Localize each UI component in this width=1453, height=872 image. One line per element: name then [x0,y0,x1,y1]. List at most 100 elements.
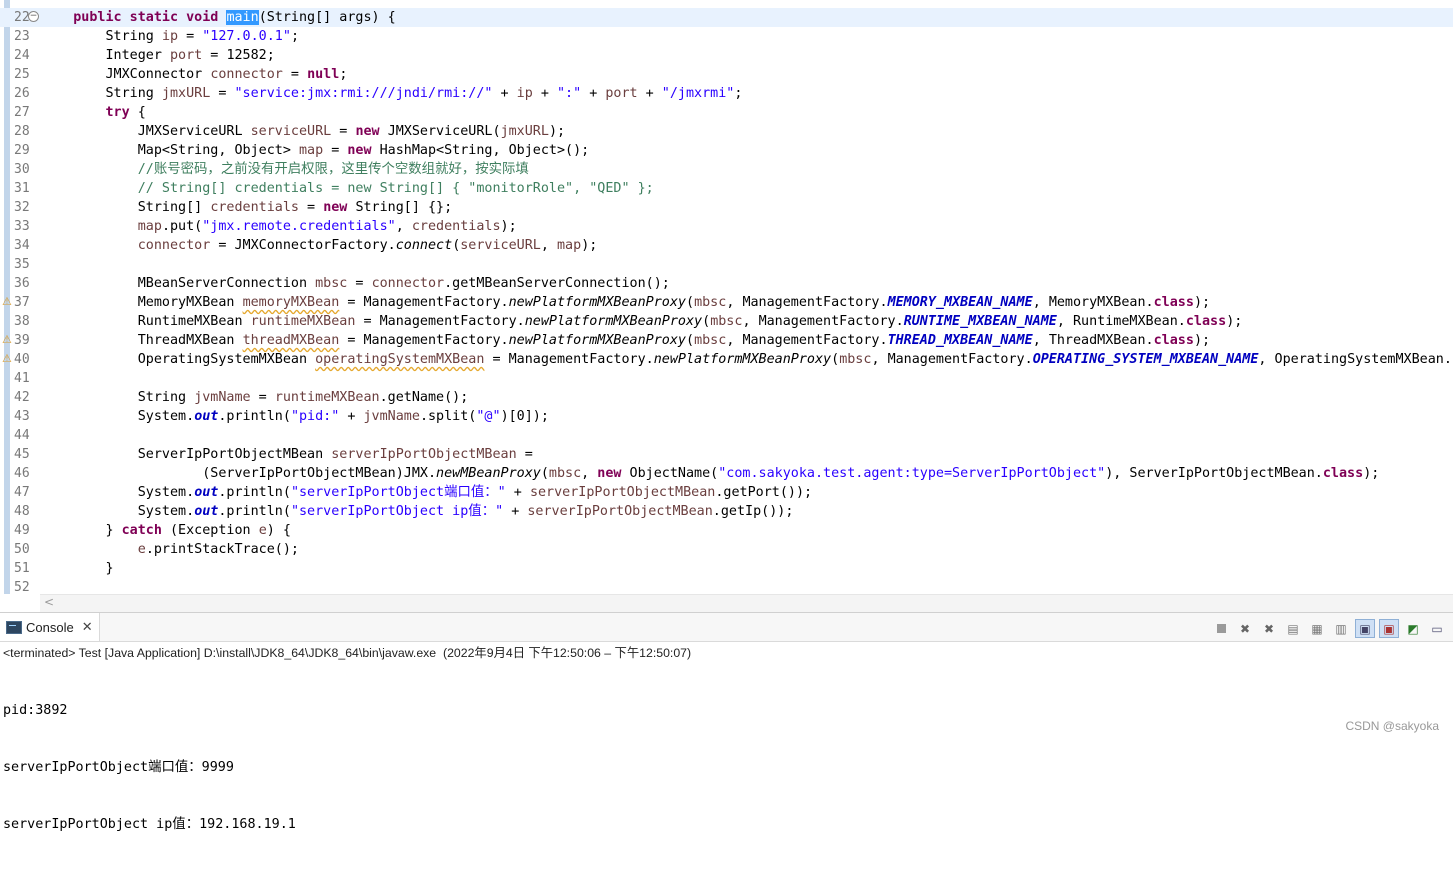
show-on-error-icon[interactable]: ▣ [1379,619,1399,638]
watermark: CSDN @sakyoka [1345,719,1439,733]
code-line[interactable]: 43 System.out.println("pid:" + jvmName.s… [0,407,1453,426]
code-text: } [41,561,114,576]
code-line[interactable]: 24 Integer port = 12582; [0,46,1453,65]
code-text: MBeanServerConnection mbsc = connector.g… [137,276,670,291]
code-line[interactable]: 34 connector = JMXConnectorFactory.conne… [0,236,1453,255]
code-editor[interactable]: 21 22− public static void main(String[] … [0,0,1453,612]
close-icon[interactable]: ✕ [82,620,93,635]
line-number: 27 [14,105,30,120]
code-line[interactable]: 47 System.out.println("serverIpPortObjec… [0,483,1453,502]
code-line[interactable]: 40 ⚠ OperatingSystemMXBean operatingSyste… [0,350,1453,369]
code-text: JMXConnector connector = null; [105,67,348,82]
remove-all-terminated-icon[interactable]: ✖ [1259,619,1279,638]
code-text: RuntimeMXBean runtimeMXBean = Management… [137,314,1243,329]
code-line[interactable]: 38 RuntimeMXBean runtimeMXBean = Managem… [0,312,1453,331]
code-line[interactable]: 42 String jvmName = runtimeMXBean.getNam… [0,388,1453,407]
code-line[interactable]: 48 System.out.println("serverIpPortObjec… [0,502,1453,521]
warning-icon[interactable]: ⚠ [2,296,12,308]
line-number: 31 [14,181,30,196]
remove-launch-icon[interactable]: ✖ [1235,619,1255,638]
line-number: 23 [14,29,30,44]
console-output-line: serverIpPortObject端口值：9999 [3,760,234,775]
line-number: 43 [14,409,30,424]
horizontal-scrollbar[interactable]: < [40,594,1453,612]
show-on-output-icon[interactable]: ▣ [1355,619,1375,638]
code-text: Integer port = 12582; [105,48,275,63]
console-output[interactable]: pid:3892 serverIpPortObject端口值：9999 serv… [3,663,296,872]
code-line[interactable]: 21 [0,0,1453,25]
code-line[interactable]: 50 e.printStackTrace(); [0,540,1453,559]
code-line[interactable]: 49 } catch (Exception e) { [0,521,1453,540]
warning-icon[interactable]: ⚠ [2,334,12,346]
code-text: map.put("jmx.remote.credentials", creden… [137,219,517,234]
code-line[interactable]: 32 String[] credentials = new String[] {… [0,198,1453,217]
line-number: 48 [14,504,30,519]
line-number: 35 [14,257,30,272]
code-text: } catch (Exception e) { [41,523,291,538]
line-number: 34 [14,238,30,253]
console-output-line: serverIpPortObject ip值：192.168.19.1 [3,817,296,832]
line-number: 29 [14,143,30,158]
code-text: String[] credentials = new String[] {}; [137,200,453,215]
code-line[interactable]: 45 ServerIpPortObjectMBean serverIpPortO… [0,445,1453,464]
code-line[interactable]: 44 [0,426,1453,445]
clear-console-icon[interactable]: ▤ [1283,619,1303,638]
line-number: 51 [14,561,30,576]
code-line[interactable]: 51 } [0,559,1453,578]
code-line[interactable]: 27 try { [0,103,1453,122]
code-line[interactable]: 22− public static void main(String[] arg… [0,8,1453,27]
line-number: 42 [14,390,30,405]
code-line[interactable]: 31 // String[] credentials = new String[… [0,179,1453,198]
console-output-line: pid:3892 [3,703,68,718]
console-view: Console ✕ ✖ ✖ ▤ ▦ ▥ ▣ ▣ ◩ ▭ <terminated>… [0,612,1453,832]
code-line[interactable]: 35 [0,255,1453,274]
code-line[interactable]: 30 //账号密码，之前没有开启权限，这里传个空数组就好，按实际填 [0,160,1453,179]
code-text: try { [105,105,146,120]
code-line[interactable]: 29 Map<String, Object> map = new HashMap… [0,141,1453,160]
line-number: 39 [14,333,30,348]
code-line[interactable]: 26 String jmxURL = "service:jmx:rmi:///j… [0,84,1453,103]
code-text: connector = JMXConnectorFactory.connect(… [137,238,598,253]
scroll-lock-icon[interactable]: ▦ [1307,619,1327,638]
collapse-icon[interactable]: − [28,11,39,22]
line-number: 45 [14,447,30,462]
line-number: 40 [14,352,30,367]
code-text: e.printStackTrace(); [137,542,299,557]
line-number: 32 [14,200,30,215]
code-line[interactable]: 33 map.put("jmx.remote.credentials", cre… [0,217,1453,236]
code-line[interactable]: 46 (ServerIpPortObjectMBean)JMX.newMBean… [0,464,1453,483]
code-line[interactable]: 23 String ip = "127.0.0.1"; [0,27,1453,46]
code-text: ServerIpPortObjectMBean serverIpPortObje… [137,447,533,462]
code-line[interactable]: 28 JMXServiceURL serviceURL = new JMXSer… [0,122,1453,141]
line-number: 38 [14,314,30,329]
warning-icon[interactable]: ⚠ [2,353,12,365]
line-number: 50 [14,542,30,557]
line-number: 49 [14,523,30,538]
code-line[interactable]: 25 JMXConnector connector = null; [0,65,1453,84]
code-line[interactable]: 37 ⚠ MemoryMXBean memoryMXBean = Manageme… [0,293,1453,312]
tab-console-label: Console [26,619,74,635]
display-console-icon[interactable]: ▭ [1427,619,1447,638]
code-text: System.out.println("serverIpPortObject端口… [137,485,813,500]
line-number: 37 [14,295,30,310]
code-text: System.out.println("serverIpPortObject i… [137,504,794,519]
pin-console-icon[interactable]: ◩ [1403,619,1423,638]
line-number: 47 [14,485,30,500]
code-line[interactable]: 39 ⚠ ThreadMXBean threadMXBean = Manageme… [0,331,1453,350]
line-number: 44 [14,428,30,443]
terminate-icon[interactable] [1211,619,1231,638]
word-wrap-icon[interactable]: ▥ [1331,619,1351,638]
code-text: MemoryMXBean memoryMXBean = ManagementFa… [137,295,1211,310]
scroll-left-icon[interactable]: < [44,595,54,609]
code-text: public static void main(String[] args) { [41,10,396,25]
code-text: String ip = "127.0.0.1"; [105,29,300,44]
line-number: 41 [14,371,30,386]
code-line[interactable]: 41 [0,369,1453,388]
line-number: 33 [14,219,30,234]
line-number: 25 [14,67,30,82]
code-line[interactable]: 36 MBeanServerConnection mbsc = connecto… [0,274,1453,293]
line-number: 26 [14,86,30,101]
tab-console[interactable]: Console ✕ [0,613,100,641]
line-number: 36 [14,276,30,291]
console-icon [6,620,22,634]
